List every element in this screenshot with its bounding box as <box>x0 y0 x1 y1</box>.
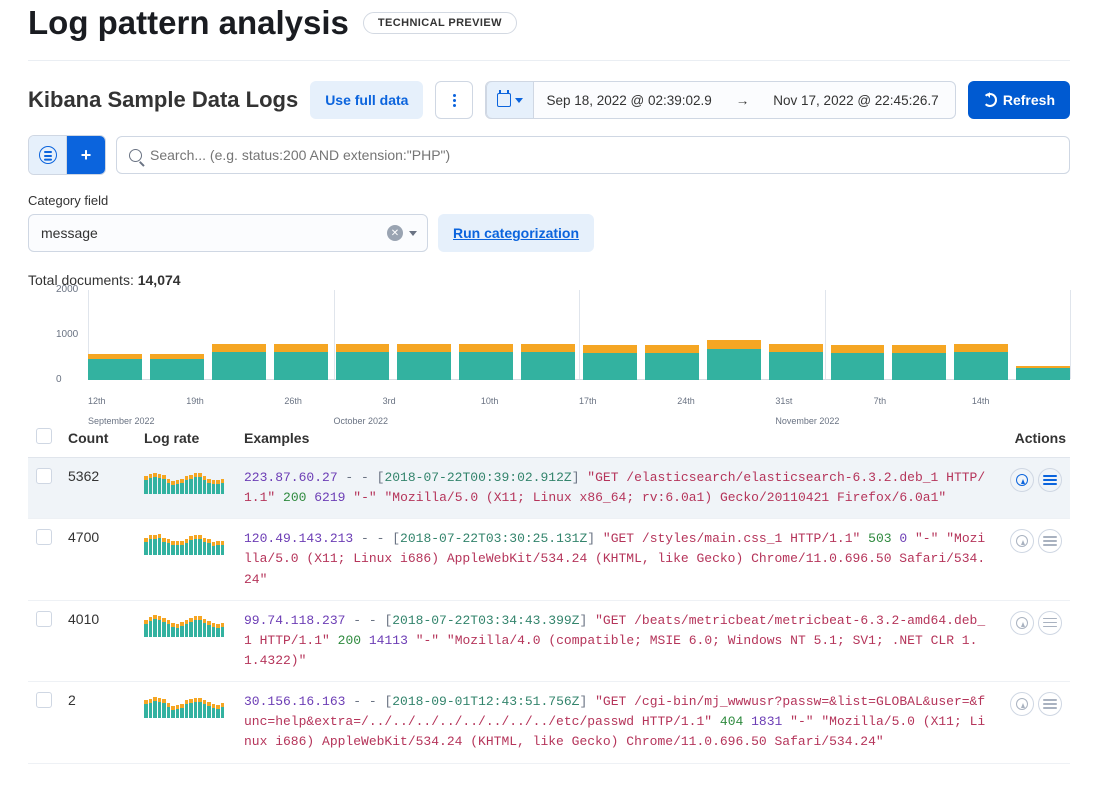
field-stats-button[interactable] <box>435 81 473 119</box>
filter-action-icon[interactable] <box>1038 468 1062 492</box>
chevron-down-icon <box>515 98 523 103</box>
kql-toggle-button[interactable] <box>29 136 67 174</box>
calendar-button[interactable] <box>486 81 534 119</box>
calendar-icon <box>497 93 511 107</box>
example-text: 223.87.60.27 - - [2018-07-22T00:39:02.91… <box>244 468 990 508</box>
table-row[interactable]: 5362 223.87.60.27 - - [2018-07-22T00:39:0… <box>28 458 1070 519</box>
discover-action-icon[interactable] <box>1010 468 1034 492</box>
date-range-picker[interactable]: Sep 18, 2022 @ 02:39:02.9 → Nov 17, 2022… <box>485 81 955 119</box>
log-rate-sparkline <box>144 529 224 555</box>
run-categorization-button[interactable]: Run categorization <box>438 214 594 252</box>
example-text: 99.74.118.237 - - [2018-07-22T03:34:43.3… <box>244 611 990 671</box>
search-bar[interactable] <box>116 136 1070 174</box>
category-field-label: Category field <box>28 193 1070 208</box>
page-title: Log pattern analysis <box>28 4 349 42</box>
category-field-value: message <box>41 225 98 241</box>
table-row[interactable]: 4700 120.49.143.213 - - [2018-07-22T03:30… <box>28 519 1070 600</box>
log-rate-sparkline <box>144 468 224 494</box>
filter-action-icon[interactable] <box>1038 611 1062 635</box>
filter-lines-icon <box>39 146 57 164</box>
total-documents: Total documents: 14,074 <box>28 272 1070 288</box>
row-checkbox[interactable] <box>36 611 52 627</box>
clear-icon[interactable]: ✕ <box>387 225 403 241</box>
category-field-select[interactable]: message ✕ <box>28 214 428 252</box>
refresh-icon <box>983 93 997 107</box>
log-rate-sparkline <box>144 692 224 718</box>
add-filter-button[interactable]: + <box>67 136 105 174</box>
row-checkbox[interactable] <box>36 468 52 484</box>
dots-vertical-icon <box>453 94 456 107</box>
col-actions: Actions <box>998 420 1070 458</box>
row-checkbox[interactable] <box>36 692 52 708</box>
filter-action-icon[interactable] <box>1038 529 1062 553</box>
log-rate-sparkline <box>144 611 224 637</box>
row-count: 5362 <box>60 458 136 519</box>
example-text: 30.156.16.163 - - [2018-09-01T12:43:51.7… <box>244 692 990 752</box>
table-row[interactable]: 4010 99.74.118.237 - - [2018-07-22T03:34:… <box>28 600 1070 681</box>
date-start: Sep 18, 2022 @ 02:39:02.9 <box>534 82 723 118</box>
discover-action-icon[interactable] <box>1010 529 1034 553</box>
row-count: 2 <box>60 682 136 763</box>
filter-action-icon[interactable] <box>1038 692 1062 716</box>
example-text: 120.49.143.213 - - [2018-07-22T03:30:25.… <box>244 529 990 589</box>
chevron-down-icon <box>409 231 417 236</box>
select-all-checkbox[interactable] <box>36 428 52 444</box>
tech-preview-badge: TECHNICAL PREVIEW <box>363 12 517 34</box>
discover-action-icon[interactable] <box>1010 611 1034 635</box>
search-icon <box>129 149 142 162</box>
row-checkbox[interactable] <box>36 529 52 545</box>
row-count: 4010 <box>60 600 136 681</box>
table-row[interactable]: 2 30.156.16.163 - - [2018-09-01T12:43:51.… <box>28 682 1070 763</box>
results-table: Count Log rate Examples Actions 5362223.… <box>28 420 1070 764</box>
search-input[interactable] <box>150 147 1057 163</box>
date-end: Nov 17, 2022 @ 22:45:26.7 <box>761 82 950 118</box>
plus-icon: + <box>81 145 92 166</box>
arrow-right-icon: → <box>724 82 762 118</box>
row-count: 4700 <box>60 519 136 600</box>
refresh-button[interactable]: Refresh <box>968 81 1070 119</box>
refresh-label: Refresh <box>1003 92 1055 108</box>
histogram-chart[interactable]: 010002000 12th19th26th3rd10th17th24th31s… <box>28 290 1070 400</box>
dataset-title: Kibana Sample Data Logs <box>28 87 298 113</box>
use-full-data-button[interactable]: Use full data <box>310 81 423 119</box>
discover-action-icon[interactable] <box>1010 692 1034 716</box>
